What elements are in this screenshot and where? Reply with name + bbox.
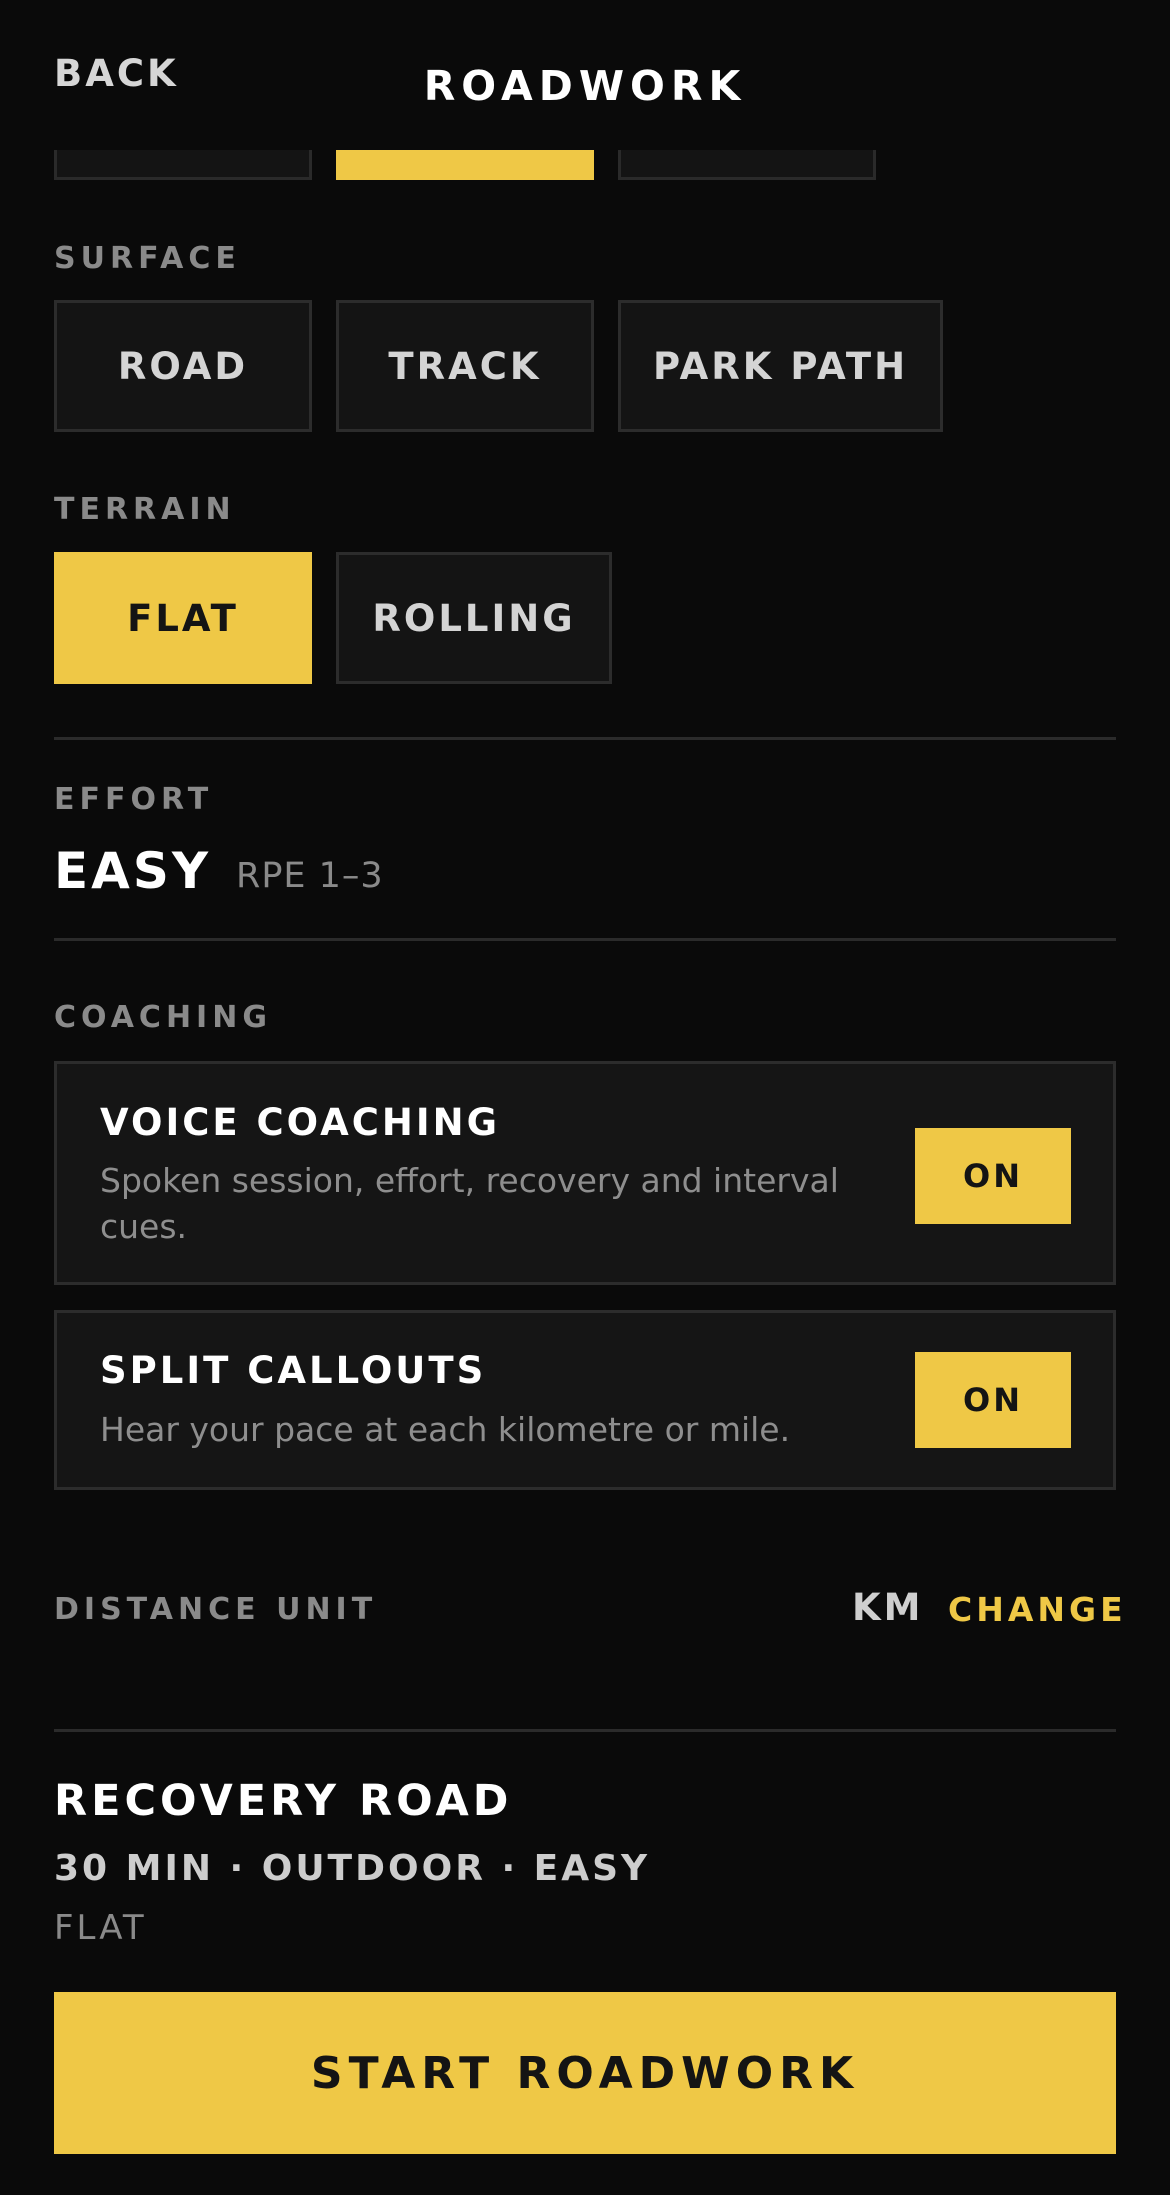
session-meta: 30 MIN · OUTDOOR · EASY xyxy=(54,1848,651,1889)
previous-option-chip[interactable] xyxy=(54,150,312,180)
start-roadwork-button[interactable]: START ROADWORK xyxy=(54,1992,1116,2154)
divider xyxy=(54,1729,1116,1732)
terrain-option-flat[interactable]: FLAT xyxy=(54,552,312,684)
divider xyxy=(54,938,1116,941)
distance-unit-value: KM xyxy=(852,1586,924,1629)
surface-label: SURFACE xyxy=(54,241,241,276)
surface-option-track[interactable]: TRACK xyxy=(336,300,594,432)
terrain-label: TERRAIN xyxy=(54,492,236,527)
voice-coaching-description: Spoken session, effort, recovery and int… xyxy=(100,1161,839,1246)
coaching-label: COACHING xyxy=(54,1000,272,1035)
change-unit-button[interactable]: CHANGE xyxy=(948,1590,1127,1629)
split-callouts-card: SPLIT CALLOUTS Hear your pace at each ki… xyxy=(54,1310,1116,1490)
voice-coaching-toggle[interactable]: ON xyxy=(915,1128,1071,1224)
effort-scale: RPE 1–3 xyxy=(236,856,384,896)
surface-option-park-path[interactable]: PARK PATH xyxy=(618,300,943,432)
split-callouts-title: SPLIT CALLOUTS xyxy=(100,1349,487,1392)
session-terrain: FLAT xyxy=(54,1908,147,1948)
effort-value: EASY xyxy=(54,842,212,900)
previous-option-chip-selected[interactable] xyxy=(336,150,594,180)
split-callouts-description: Hear your pace at each kilometre or mile… xyxy=(100,1410,791,1449)
divider xyxy=(54,737,1116,740)
surface-option-road[interactable]: ROAD xyxy=(54,300,312,432)
voice-coaching-title: VOICE COACHING xyxy=(100,1101,500,1144)
split-callouts-toggle[interactable]: ON xyxy=(915,1352,1071,1448)
previous-option-chip[interactable] xyxy=(618,150,876,180)
effort-label: EFFORT xyxy=(54,782,214,817)
page-title: ROADWORK xyxy=(423,62,747,110)
voice-coaching-card: VOICE COACHING Spoken session, effort, r… xyxy=(54,1061,1116,1285)
terrain-option-rolling[interactable]: ROLLING xyxy=(336,552,612,684)
distance-unit-label: DISTANCE UNIT xyxy=(54,1592,378,1627)
session-title: RECOVERY ROAD xyxy=(54,1776,513,1826)
